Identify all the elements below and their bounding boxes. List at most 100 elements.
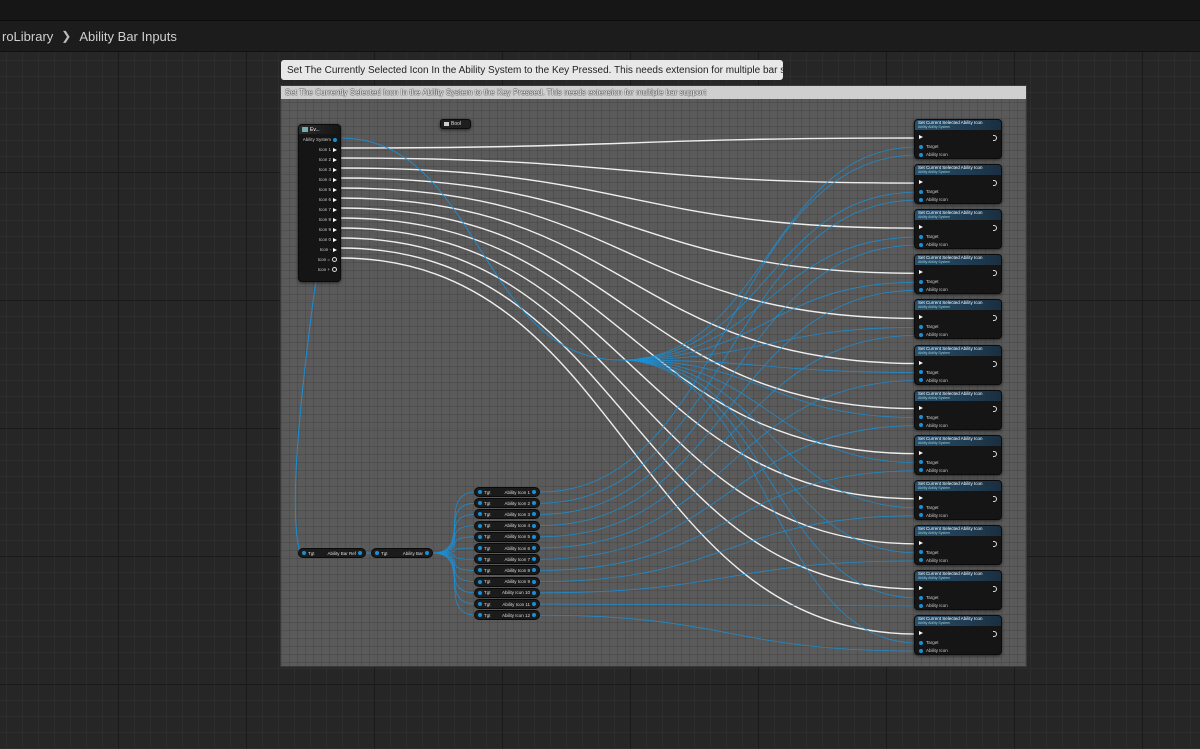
ability-icon-getter-node[interactable]: Tgt Ability Icon 7 <box>474 554 540 565</box>
key-pin-row[interactable]: Icon = <box>318 257 337 262</box>
target-pin[interactable] <box>478 534 482 539</box>
exec-in-row[interactable] <box>919 360 926 365</box>
ability-icon-getter-node[interactable]: Tgt Ability Icon 4 <box>474 520 540 531</box>
exec-in-pin[interactable] <box>919 586 923 590</box>
ability-bar-ref-node[interactable]: Tgt Ability Bar Ref <box>298 548 366 558</box>
icon-row[interactable]: Ability Icon <box>919 558 948 563</box>
key-pin-row[interactable]: Icon 6 <box>319 197 337 202</box>
exec-in-pin[interactable] <box>919 180 923 185</box>
target-pin[interactable] <box>478 568 482 573</box>
breadcrumb-current[interactable]: Ability Bar Inputs <box>77 29 179 44</box>
icon-pin[interactable] <box>919 648 923 653</box>
target-row[interactable]: Target <box>919 550 939 555</box>
key-pin-row[interactable]: Icon 3 <box>319 167 337 172</box>
ability-icon-getter-node[interactable]: Tgt Ability Icon 1 <box>474 487 540 497</box>
target-row[interactable]: Target <box>919 324 939 329</box>
ability-icon-getter-node[interactable]: Tgt Ability Icon 2 <box>474 498 540 509</box>
set-selected-icon-node[interactable]: Set Current Selected Ability Icon Ability… <box>914 524 1002 565</box>
getter-out-pin[interactable] <box>532 534 536 539</box>
icon-row[interactable]: Ability Icon <box>919 423 948 428</box>
icon-pin[interactable] <box>919 242 923 247</box>
exec-pin[interactable] <box>333 247 337 252</box>
key-pin-row[interactable]: Icon - <box>320 247 337 252</box>
target-row[interactable]: Target <box>919 595 939 600</box>
target-pin[interactable] <box>919 370 923 374</box>
target-row[interactable]: Target <box>919 640 939 645</box>
exec-pin[interactable] <box>333 147 337 152</box>
ability-icon-getter-node[interactable]: Tgt Ability Icon 6 <box>474 543 540 553</box>
exec-in-pin[interactable] <box>919 405 923 410</box>
target-pin[interactable] <box>919 234 923 239</box>
set-selected-icon-node[interactable]: Set Current Selected Ability Icon Ability… <box>914 389 1002 430</box>
exec-in-pin[interactable] <box>919 315 923 320</box>
exec-in-pin[interactable] <box>919 631 923 636</box>
getter-out-pin[interactable] <box>532 523 536 528</box>
icon-pin[interactable] <box>919 287 923 292</box>
icon-row[interactable]: Ability Icon <box>919 648 948 653</box>
key-pin-row[interactable]: Icon 7 <box>319 207 337 212</box>
exec-out-pin[interactable] <box>993 586 997 592</box>
key-pin-row[interactable]: Icon 1 <box>319 147 337 152</box>
key-pin-row[interactable]: Icon 0 <box>319 237 337 242</box>
target-pin[interactable] <box>478 523 482 528</box>
exec-in-row[interactable] <box>919 225 926 230</box>
target-pin[interactable] <box>919 460 923 465</box>
getter-out-pin[interactable] <box>532 490 536 494</box>
exec-out-pin[interactable] <box>993 540 997 547</box>
exec-pin[interactable] <box>333 217 337 222</box>
set-selected-icon-node[interactable]: Set Current Selected Ability Icon Ability… <box>914 209 1002 250</box>
target-pin[interactable] <box>919 550 923 555</box>
key-pin-row[interactable]: Icon 8 <box>319 217 337 222</box>
ability-system-pin-row[interactable]: Ability System <box>303 137 337 142</box>
exec-out-pin[interactable] <box>993 495 997 502</box>
icon-pin[interactable] <box>919 152 923 157</box>
target-pin[interactable] <box>919 595 923 600</box>
getter-out-pin[interactable] <box>532 590 536 595</box>
exec-in-row[interactable] <box>919 540 926 545</box>
exec-in-pin[interactable] <box>919 270 923 275</box>
exec-in-row[interactable] <box>919 586 926 590</box>
icon-pin[interactable] <box>919 378 923 382</box>
ability-icon-getter-node[interactable]: Tgt Ability Icon 12 <box>474 610 540 621</box>
set-selected-icon-node[interactable]: Set Current Selected Ability Icon Ability… <box>914 434 1002 475</box>
getter-out-pin[interactable] <box>532 501 536 506</box>
icon-row[interactable]: Ability Icon <box>919 152 948 157</box>
exec-pin[interactable] <box>333 167 337 172</box>
exec-pin[interactable] <box>333 207 337 212</box>
exec-pin[interactable] <box>333 157 337 162</box>
ability-icon-getter-node[interactable]: Tgt Ability Icon 5 <box>474 531 540 542</box>
target-pin[interactable] <box>302 551 306 555</box>
exec-pin[interactable] <box>333 177 337 182</box>
target-pin[interactable] <box>478 546 482 550</box>
exec-out-pin[interactable] <box>993 631 997 638</box>
target-pin[interactable] <box>478 579 482 584</box>
icon-pin[interactable] <box>919 558 923 563</box>
icon-row[interactable]: Ability Icon <box>919 603 948 608</box>
exec-in-row[interactable] <box>919 270 926 275</box>
exec-pin[interactable] <box>333 237 337 242</box>
target-row[interactable]: Target <box>919 234 939 239</box>
exec-out-pin[interactable] <box>993 135 997 141</box>
getter-out-pin[interactable] <box>532 512 536 517</box>
icon-row[interactable]: Ability Icon <box>919 242 948 247</box>
ability-icon-getter-node[interactable]: Tgt Ability Icon 10 <box>474 587 540 598</box>
icon-pin[interactable] <box>919 468 923 473</box>
exec-pin[interactable] <box>333 197 337 202</box>
target-pin[interactable] <box>919 189 923 194</box>
target-pin[interactable] <box>919 640 923 645</box>
target-row[interactable]: Target <box>919 415 939 420</box>
target-pin[interactable] <box>919 144 923 149</box>
icon-row[interactable]: Ability Icon <box>919 513 948 518</box>
ability-icon-getter-node[interactable]: Tgt Ability Icon 3 <box>474 509 540 520</box>
exec-out-pin[interactable] <box>993 315 997 322</box>
target-row[interactable]: Target <box>919 505 939 510</box>
breadcrumb-parent[interactable]: roLibrary <box>0 29 55 44</box>
set-selected-icon-node[interactable]: Set Current Selected Ability Icon Ability… <box>914 254 1002 295</box>
icon-row[interactable]: Ability Icon <box>919 197 948 202</box>
target-pin[interactable] <box>478 490 482 494</box>
icon-pin[interactable] <box>919 197 923 202</box>
ability-icon-getter-node[interactable]: Tgt Ability Icon 11 <box>474 599 540 609</box>
target-pin[interactable] <box>478 501 482 506</box>
target-pin[interactable] <box>478 557 482 562</box>
exec-in-pin[interactable] <box>919 135 923 139</box>
